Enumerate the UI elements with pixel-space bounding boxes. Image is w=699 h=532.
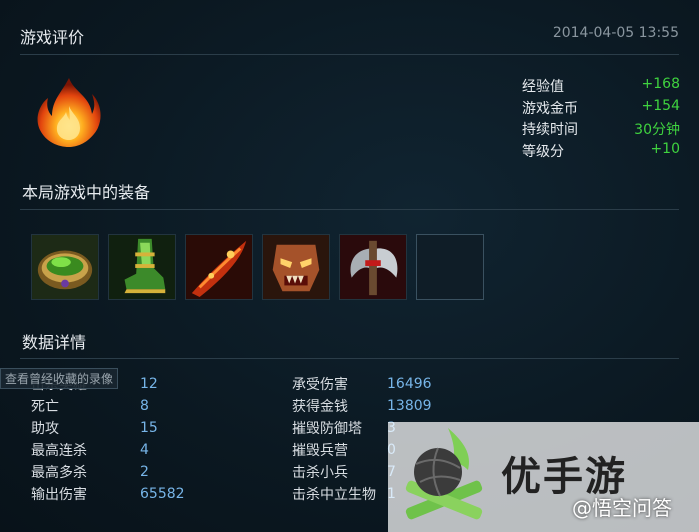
detail-row: 输出伤害 65582 (31, 483, 185, 505)
watermark: 优手游 @悟空问答 (388, 422, 699, 532)
stat-row-exp: 经验值 +168 (522, 76, 680, 98)
stat-row-gold: 游戏金币 +154 (522, 98, 680, 120)
detail-value: 4 (140, 442, 149, 458)
detail-value: 13809 (387, 398, 432, 414)
detail-label: 摧毁兵营 (292, 443, 348, 459)
detail-label: 死亡 (31, 399, 59, 415)
detail-row: 最高多杀 2 (31, 461, 185, 483)
stat-label: 游戏金币 (522, 100, 578, 117)
stat-label: 经验值 (522, 79, 564, 95)
reward-stats: 经验值 +168 游戏金币 +154 持续时间 30分钟 等级分 +10 (522, 76, 680, 162)
detail-label: 输出伤害 (31, 487, 87, 503)
detail-label: 承受伤害 (292, 377, 348, 393)
stat-value: 30分钟 (634, 122, 680, 138)
item-green-boots-icon[interactable] (108, 234, 176, 300)
watermark-logo-icon (390, 424, 500, 528)
header-divider (20, 54, 679, 55)
stat-row-duration: 持续时间 30分钟 (522, 119, 680, 141)
equipment-divider (20, 209, 679, 210)
stat-label: 持续时间 (522, 122, 578, 138)
details-divider (20, 358, 679, 359)
details-left-column: 击杀英雄 12 死亡 8 助攻 15 最高连杀 4 最高多杀 2 输出伤害 65… (31, 373, 185, 505)
detail-label: 击杀中立生物 (292, 487, 376, 503)
detail-value: 16496 (387, 376, 432, 392)
stat-label: 等级分 (522, 143, 564, 160)
detail-value: 12 (140, 376, 158, 392)
empty-item-slot[interactable] (416, 234, 484, 300)
page-title: 游戏评价 (20, 28, 85, 47)
detail-row: 获得金钱 13809 (292, 395, 432, 417)
game-timestamp: 2014-04-05 13:55 (552, 25, 679, 41)
flame-emblem-icon (34, 76, 104, 148)
detail-value: 65582 (140, 486, 185, 502)
item-flame-blade-icon[interactable] (185, 234, 253, 300)
detail-value: 2 (140, 464, 149, 480)
item-green-ring-icon[interactable] (31, 234, 99, 300)
equipment-title: 本局游戏中的装备 (22, 183, 151, 202)
watermark-sub: @悟空问答 (572, 496, 672, 520)
equipment-list (31, 234, 484, 300)
stat-value: +10 (650, 140, 680, 157)
detail-row: 承受伤害 16496 (292, 373, 432, 395)
item-demon-mask-icon[interactable] (262, 234, 330, 300)
stat-value: +154 (641, 97, 680, 114)
detail-value: 8 (140, 398, 149, 414)
detail-row: 死亡 8 (31, 395, 185, 417)
detail-label: 摧毁防御塔 (292, 421, 362, 437)
detail-value: 15 (140, 420, 158, 436)
detail-row: 最高连杀 4 (31, 439, 185, 461)
replay-tooltip: 查看曾经收藏的录像 (0, 368, 119, 389)
stat-row-rating: 等级分 +10 (522, 141, 680, 163)
detail-row: 助攻 15 (31, 417, 185, 439)
details-title: 数据详情 (22, 333, 87, 352)
detail-label: 击杀小兵 (292, 465, 348, 481)
detail-label: 助攻 (31, 421, 59, 437)
detail-label: 获得金钱 (292, 399, 348, 415)
stat-value: +168 (641, 76, 680, 92)
detail-label: 最高多杀 (31, 465, 87, 481)
detail-label: 最高连杀 (31, 443, 87, 459)
item-battle-axe-icon[interactable] (339, 234, 407, 300)
